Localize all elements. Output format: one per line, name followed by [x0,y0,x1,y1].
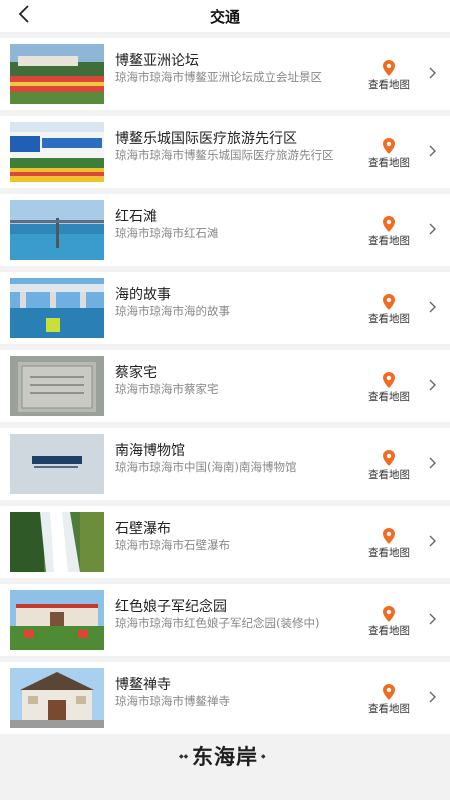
place-card[interactable]: 南海博物馆 琼海市琼海市中国(海南)南海博物馆 查看地图 [0,428,450,500]
place-name: 蔡家宅 [115,365,157,381]
map-pin-icon [383,684,395,700]
place-name: 红色娘子军纪念园 [115,599,227,615]
place-thumbnail [10,200,104,260]
place-address: 琼海市琼海市蔡家宅 [115,382,219,396]
map-pin-icon [383,372,395,388]
place-address: 琼海市琼海市博鳌禅寺 [115,694,230,708]
view-map-label: 查看地图 [368,625,410,637]
place-thumbnail [10,668,104,728]
chevron-right-icon[interactable] [428,222,438,236]
logo-ornament-right: ◆ [261,752,266,760]
place-card[interactable]: 红色娘子军纪念园 琼海市琼海市红色娘子军纪念园(装修中) 查看地图 [0,584,450,656]
view-map-button[interactable]: 查看地图 [358,528,420,560]
place-name: 博鳌禅寺 [115,677,171,693]
place-card[interactable]: 石壁瀑布 琼海市琼海市石壁瀑布 查看地图 [0,506,450,578]
place-address: 琼海市琼海市博鳌亚洲论坛成立会址景区 [115,70,322,84]
view-map-button[interactable]: 查看地图 [358,138,420,170]
map-pin-icon [383,60,395,76]
place-name: 石壁瀑布 [115,521,171,537]
place-card[interactable]: 红石滩 琼海市琼海市红石滩 查看地图 [0,194,450,266]
place-card[interactable]: 博鳌乐城国际医疗旅游先行区 琼海市琼海市博鳌乐城国际医疗旅游先行区 查看地图 [0,116,450,188]
chevron-right-icon[interactable] [428,456,438,470]
view-map-button[interactable]: 查看地图 [358,372,420,404]
place-address: 琼海市琼海市中国(海南)南海博物馆 [115,460,297,474]
chevron-right-icon[interactable] [428,378,438,392]
place-thumbnail [10,278,104,338]
place-address: 琼海市琼海市石壁瀑布 [115,538,230,552]
place-card[interactable]: 海的故事 琼海市琼海市海的故事 查看地图 [0,272,450,344]
place-thumbnail [10,44,104,104]
view-map-button[interactable]: 查看地图 [358,606,420,638]
map-pin-icon [383,450,395,466]
chevron-right-icon[interactable] [428,66,438,80]
view-map-label: 查看地图 [368,313,410,325]
map-pin-icon [383,606,395,622]
place-address: 琼海市琼海市红石滩 [115,226,219,240]
chevron-right-icon[interactable] [428,690,438,704]
view-map-label: 查看地图 [368,79,410,91]
view-map-label: 查看地图 [368,547,410,559]
view-map-button[interactable]: 查看地图 [358,216,420,248]
page-title: 交通 [209,8,240,26]
place-card[interactable]: 博鳌亚洲论坛 琼海市琼海市博鳌亚洲论坛成立会址景区 查看地图 [0,38,450,110]
place-card[interactable]: 蔡家宅 琼海市琼海市蔡家宅 查看地图 [0,350,450,422]
place-name: 博鳌亚洲论坛 [115,53,199,69]
place-thumbnail [10,434,104,494]
brand-logo: ◆◆ 东海岸 ◆ [150,738,300,774]
chevron-right-icon[interactable] [428,534,438,548]
view-map-button[interactable]: 查看地图 [358,450,420,482]
map-pin-icon [383,216,395,232]
view-map-label: 查看地图 [368,235,410,247]
view-map-button[interactable]: 查看地图 [358,60,420,92]
chevron-right-icon[interactable] [428,612,438,626]
view-map-label: 查看地图 [368,157,410,169]
view-map-label: 查看地图 [368,469,410,481]
place-thumbnail [10,122,104,182]
logo-text: 东海岸 [192,744,258,769]
view-map-button[interactable]: 查看地图 [358,294,420,326]
logo-ornament-left: ◆◆ [179,752,189,760]
place-address: 琼海市琼海市红色娘子军纪念园(装修中) [115,616,320,630]
place-name: 南海博物馆 [115,443,185,459]
view-map-button[interactable]: 查看地图 [358,684,420,716]
place-name: 海的故事 [115,287,171,303]
place-address: 琼海市琼海市博鳌乐城国际医疗旅游先行区 [115,148,334,162]
top-bar: 交通 [0,0,450,32]
view-map-label: 查看地图 [368,703,410,715]
view-map-label: 查看地图 [368,391,410,403]
place-name: 博鳌乐城国际医疗旅游先行区 [115,131,297,147]
place-address: 琼海市琼海市海的故事 [115,304,230,318]
place-thumbnail [10,356,104,416]
map-pin-icon [383,294,395,310]
place-card[interactable]: 博鳌禅寺 琼海市琼海市博鳌禅寺 查看地图 [0,662,450,734]
place-thumbnail [10,512,104,572]
place-thumbnail [10,590,104,650]
chevron-right-icon[interactable] [428,300,438,314]
map-pin-icon [383,528,395,544]
map-pin-icon [383,138,395,154]
chevron-right-icon[interactable] [428,144,438,158]
place-name: 红石滩 [115,209,157,225]
